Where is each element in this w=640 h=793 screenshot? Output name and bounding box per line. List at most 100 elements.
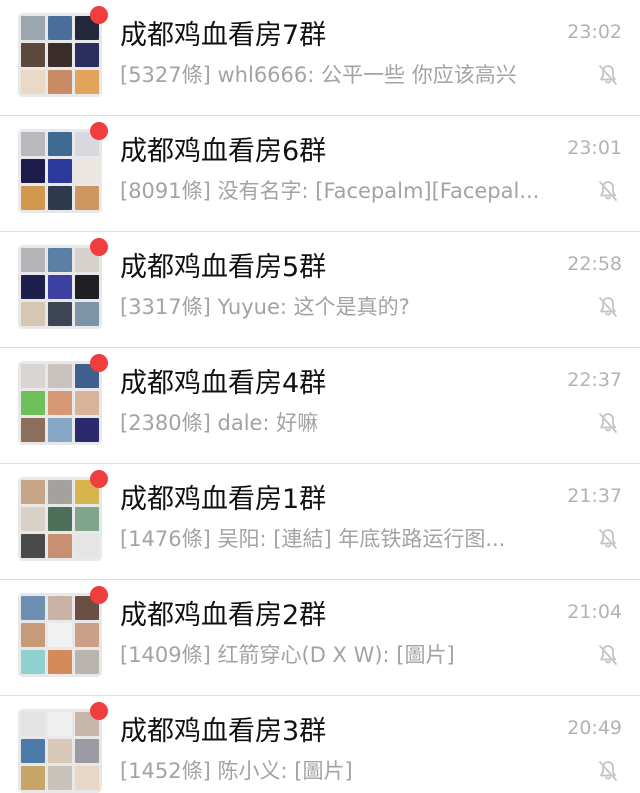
avatar-tile xyxy=(48,275,72,299)
avatar-tile xyxy=(21,766,45,790)
avatar-tile xyxy=(75,275,99,299)
avatar-tile xyxy=(48,302,72,326)
avatar-tile xyxy=(21,70,45,94)
group-name: 成都鸡血看房5群 xyxy=(120,252,327,283)
avatar-tile xyxy=(75,70,99,94)
avatar-tile xyxy=(48,43,72,67)
last-message-time: 23:02 xyxy=(567,21,622,43)
avatar-tile xyxy=(75,302,99,326)
group-avatar xyxy=(18,709,102,793)
avatar-tile xyxy=(48,650,72,674)
last-message-preview: [2380條] dale: 好嘛 xyxy=(120,411,319,435)
unread-dot xyxy=(90,122,108,140)
avatar-tile xyxy=(21,391,45,415)
avatar-tile xyxy=(21,159,45,183)
group-name: 成都鸡血看房4群 xyxy=(120,368,327,399)
avatar-tile xyxy=(48,507,72,531)
avatar-tile xyxy=(75,159,99,183)
avatar-tile xyxy=(21,596,45,620)
last-message-time: 22:37 xyxy=(567,369,622,391)
group-avatar xyxy=(18,13,102,97)
avatar-tile xyxy=(48,391,72,415)
avatar-tile xyxy=(48,766,72,790)
avatar-tile xyxy=(48,16,72,40)
avatar-tile xyxy=(75,391,99,415)
avatar-tile xyxy=(21,712,45,736)
mute-bell-icon xyxy=(599,181,617,201)
avatar-tile xyxy=(21,507,45,531)
avatar-tile xyxy=(21,739,45,763)
avatar-tile xyxy=(21,275,45,299)
avatar-tile xyxy=(75,186,99,210)
avatar-tile xyxy=(75,766,99,790)
mute-bell-icon xyxy=(599,65,617,85)
avatar-tile xyxy=(75,623,99,647)
avatar-tile xyxy=(75,418,99,442)
avatar-tile xyxy=(21,302,45,326)
unread-dot xyxy=(90,354,108,372)
avatar-tile xyxy=(75,534,99,558)
chat-row[interactable]: 成都鸡血看房4群 22:37 [2380條] dale: 好嘛 xyxy=(0,348,640,464)
avatar-tile xyxy=(21,650,45,674)
last-message-time: 20:49 xyxy=(567,717,622,739)
avatar-tile xyxy=(21,132,45,156)
unread-dot xyxy=(90,702,108,720)
avatar-tile xyxy=(48,712,72,736)
chat-row[interactable]: 成都鸡血看房7群 23:02 [5327條] whl6666: 公平一些 你应该… xyxy=(0,0,640,116)
avatar-tile xyxy=(75,650,99,674)
avatar-tile xyxy=(75,507,99,531)
avatar-tile xyxy=(48,623,72,647)
chat-row[interactable]: 成都鸡血看房6群 23:01 [8091條] 没有名字: [Facepalm][… xyxy=(0,116,640,232)
avatar-tile xyxy=(21,16,45,40)
mute-bell-icon xyxy=(599,761,617,781)
group-name: 成都鸡血看房1群 xyxy=(120,484,327,515)
unread-dot xyxy=(90,238,108,256)
avatar-tile xyxy=(75,43,99,67)
last-message-time: 23:01 xyxy=(567,137,622,159)
avatar-tile xyxy=(48,248,72,272)
mute-bell-icon xyxy=(599,645,617,665)
avatar-tile xyxy=(48,132,72,156)
avatar-tile xyxy=(21,480,45,504)
avatar-tile xyxy=(21,418,45,442)
group-name: 成都鸡血看房7群 xyxy=(120,20,327,51)
group-name: 成都鸡血看房3群 xyxy=(120,716,327,747)
avatar-tile xyxy=(21,43,45,67)
mute-bell-icon xyxy=(599,529,617,549)
unread-dot xyxy=(90,470,108,488)
avatar-tile xyxy=(48,596,72,620)
avatar-tile xyxy=(48,418,72,442)
avatar-tile xyxy=(21,248,45,272)
chat-list: 成都鸡血看房7群 23:02 [5327條] whl6666: 公平一些 你应该… xyxy=(0,0,640,793)
chat-row[interactable]: 成都鸡血看房2群 21:04 [1409條] 红箭穿心(D X W): [圖片] xyxy=(0,580,640,696)
last-message-time: 21:04 xyxy=(567,601,622,623)
last-message-preview: [8091條] 没有名字: [Facepalm][Facepal... xyxy=(120,179,540,203)
chat-row[interactable]: 成都鸡血看房3群 20:49 [1452條] 陈小义: [圖片] xyxy=(0,696,640,793)
last-message-preview: [1476條] 吴阳: [連結] 年底铁路运行图... xyxy=(120,527,506,551)
last-message-time: 21:37 xyxy=(567,485,622,507)
chat-row[interactable]: 成都鸡血看房1群 21:37 [1476條] 吴阳: [連結] 年底铁路运行图.… xyxy=(0,464,640,580)
last-message-preview: [5327條] whl6666: 公平一些 你应该高兴 xyxy=(120,63,517,87)
avatar-tile xyxy=(48,70,72,94)
last-message-time: 22:58 xyxy=(567,253,622,275)
group-name: 成都鸡血看房2群 xyxy=(120,600,327,631)
avatar-tile xyxy=(48,159,72,183)
avatar-tile xyxy=(48,364,72,388)
avatar-tile xyxy=(48,186,72,210)
group-avatar xyxy=(18,593,102,677)
group-avatar xyxy=(18,129,102,213)
unread-dot xyxy=(90,6,108,24)
last-message-preview: [1452條] 陈小义: [圖片] xyxy=(120,759,353,783)
group-avatar xyxy=(18,477,102,561)
group-avatar xyxy=(18,361,102,445)
avatar-tile xyxy=(48,739,72,763)
last-message-preview: [3317條] Yuyue: 这个是真的? xyxy=(120,295,410,319)
avatar-tile xyxy=(21,623,45,647)
avatar-tile xyxy=(75,739,99,763)
group-name: 成都鸡血看房6群 xyxy=(120,136,327,167)
unread-dot xyxy=(90,586,108,604)
group-avatar xyxy=(18,245,102,329)
chat-row[interactable]: 成都鸡血看房5群 22:58 [3317條] Yuyue: 这个是真的? xyxy=(0,232,640,348)
last-message-preview: [1409條] 红箭穿心(D X W): [圖片] xyxy=(120,643,455,667)
avatar-tile xyxy=(21,364,45,388)
